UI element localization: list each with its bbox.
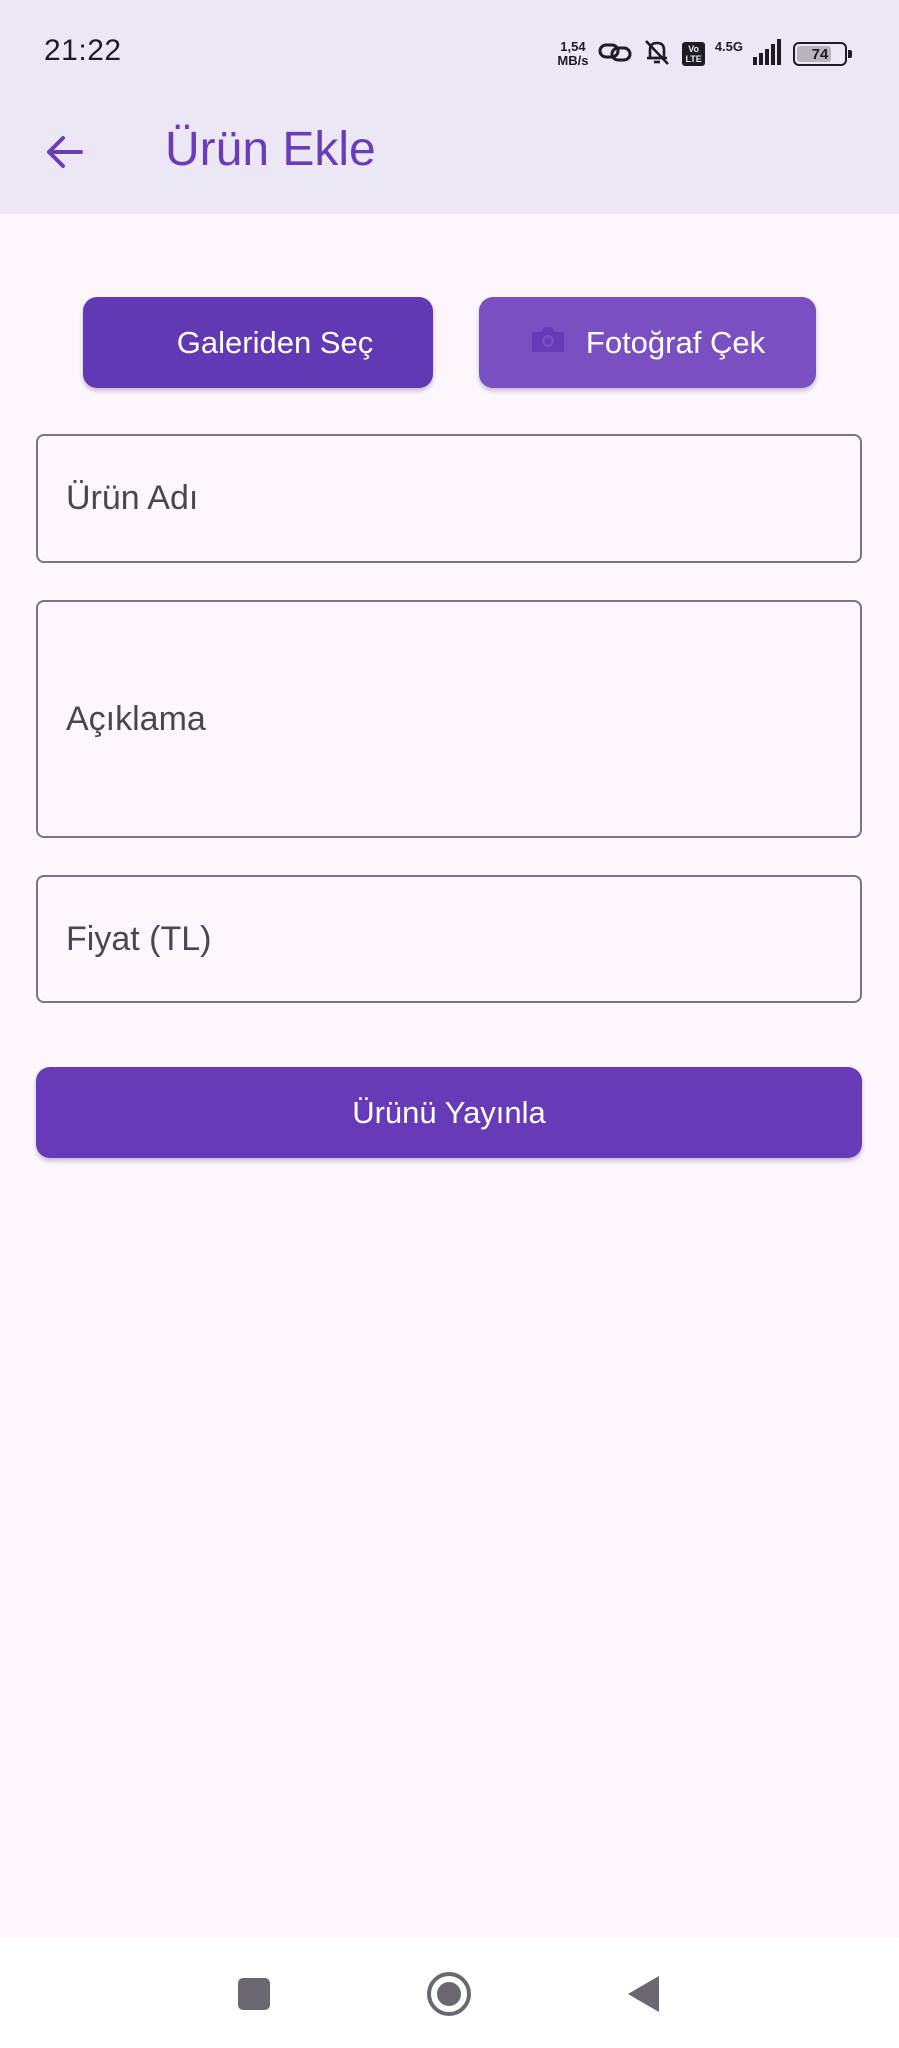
system-back-button[interactable] bbox=[613, 1966, 673, 2026]
volte-icon: Vo LTE bbox=[682, 42, 705, 66]
page-title: Ürün Ekle bbox=[165, 123, 376, 176]
recents-icon bbox=[237, 1977, 271, 2016]
network-speed: 1,54 MB/s bbox=[557, 40, 588, 68]
description-field[interactable]: Açıklama bbox=[36, 600, 862, 838]
camera-icon bbox=[530, 324, 566, 362]
network-speed-value: 1,54 bbox=[560, 39, 586, 54]
signal-icon bbox=[753, 38, 783, 70]
battery-icon: 74 bbox=[793, 42, 852, 66]
status-time: 21:22 bbox=[44, 34, 122, 67]
publish-button-label: Ürünü Yayınla bbox=[352, 1094, 546, 1130]
product-name-field[interactable]: Ürün Adı bbox=[36, 434, 862, 563]
network-type: 4.5G bbox=[714, 38, 743, 54]
status-icons: 1,54 MB/s Vo LTE 4.5G 74 bbox=[557, 36, 852, 72]
system-nav-bar bbox=[0, 1938, 899, 2048]
price-field[interactable]: Fiyat (TL) bbox=[36, 875, 862, 1003]
back-icon bbox=[625, 1974, 661, 2019]
take-photo-button[interactable]: Fotoğraf Çek bbox=[479, 297, 816, 388]
volte-bottom-text: LTE bbox=[685, 54, 702, 64]
take-photo-button-label: Fotoğraf Çek bbox=[585, 324, 766, 360]
price-label: Fiyat (TL) bbox=[66, 919, 212, 958]
link-icon bbox=[598, 40, 632, 69]
description-label: Açıklama bbox=[66, 699, 206, 738]
gallery-button[interactable]: Galeriden Seç bbox=[83, 297, 433, 388]
network-speed-unit: MB/s bbox=[557, 53, 589, 68]
bell-off-icon bbox=[642, 37, 672, 72]
recents-button[interactable] bbox=[224, 1966, 284, 2026]
arrow-left-icon bbox=[44, 132, 84, 177]
product-name-label: Ürün Adı bbox=[66, 479, 199, 517]
status-bar: 21:22 1,54 MB/s Vo LTE 4.5G 74 bbox=[0, 0, 899, 108]
home-button[interactable] bbox=[419, 1966, 479, 2026]
gallery-button-label: Galeriden Seç bbox=[176, 324, 374, 360]
battery-level: 74 bbox=[811, 45, 829, 63]
header: 21:22 1,54 MB/s Vo LTE 4.5G 74 Ürün Ekle bbox=[0, 0, 899, 214]
volte-top-text: Vo bbox=[688, 44, 700, 54]
publish-button[interactable]: Ürünü Yayınla bbox=[36, 1067, 862, 1158]
home-icon bbox=[425, 1970, 473, 2023]
app-bar: Ürün Ekle bbox=[0, 108, 899, 214]
back-button[interactable] bbox=[40, 130, 88, 178]
